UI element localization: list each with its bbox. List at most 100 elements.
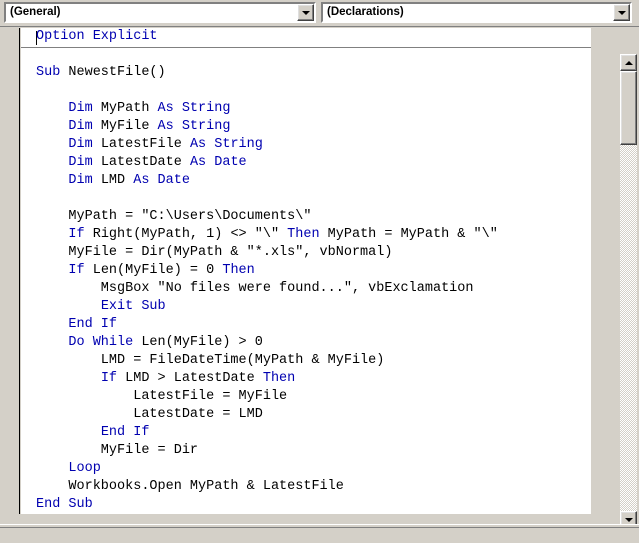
code-text: Workbooks.Open MyPath & LatestFile: [36, 479, 344, 494]
code-line[interactable]: [21, 46, 591, 64]
procedure-combo-value: (Declarations): [327, 6, 404, 18]
code-text: LMD = FileDateTime(MyPath & MyFile): [36, 353, 385, 368]
scroll-up-arrow-icon[interactable]: [620, 54, 637, 71]
chevron-down-icon[interactable]: [613, 4, 630, 21]
code-text: MyPath: [100, 101, 158, 116]
code-lines: Option Explicit Sub NewestFile() Dim MyP…: [21, 28, 591, 514]
code-keyword: End If: [68, 317, 118, 332]
code-text: LMD > LatestDate: [125, 371, 263, 386]
code-keyword: Loop: [68, 461, 101, 476]
code-keyword: Then: [222, 263, 255, 278]
code-line[interactable]: If LMD > LatestDate Then: [21, 370, 591, 388]
code-line[interactable]: LatestDate = LMD: [21, 406, 591, 424]
code-line[interactable]: LMD = FileDateTime(MyPath & MyFile): [21, 352, 591, 370]
code-keyword: Dim: [68, 119, 101, 134]
editor-combo-bar: (General) (Declarations): [0, 0, 639, 26]
code-keyword: Do While: [68, 335, 142, 350]
code-line[interactable]: Option Explicit: [21, 28, 591, 46]
code-keyword: As String: [157, 119, 231, 134]
code-text: MyFile = Dir: [36, 443, 199, 458]
code-line[interactable]: MyFile = Dir: [21, 442, 591, 460]
code-text: MyPath = "C:\Users\Documents\": [36, 209, 312, 224]
code-line[interactable]: Dim LMD As Date: [21, 172, 591, 190]
code-text-area[interactable]: Option Explicit Sub NewestFile() Dim MyP…: [21, 28, 591, 514]
code-line[interactable]: MsgBox "No files were found...", vbExcla…: [21, 280, 591, 298]
code-keyword: If: [68, 227, 93, 242]
code-line[interactable]: Loop: [21, 460, 591, 478]
code-keyword: As Date: [189, 155, 247, 170]
code-keyword: As Date: [133, 173, 190, 188]
vertical-scrollbar[interactable]: [620, 54, 637, 528]
code-text: Right(MyPath, 1) <> "\": [92, 227, 288, 242]
code-line[interactable]: Exit Sub: [21, 298, 591, 316]
code-text: LMD: [100, 173, 134, 188]
code-text: MyPath = MyPath & "\": [327, 227, 498, 242]
vba-code-editor-window: (General) (Declarations) Option Explicit…: [0, 0, 639, 543]
object-combo-value: (General): [10, 6, 61, 18]
code-line[interactable]: MyFile = Dir(MyPath & "*.xls", vbNormal): [21, 244, 591, 262]
code-keyword: If: [68, 263, 93, 278]
code-text: MsgBox "No files were found...", vbExcla…: [36, 281, 474, 296]
object-combo[interactable]: (General): [4, 2, 316, 23]
code-line[interactable]: If Right(MyPath, 1) <> "\" Then MyPath =…: [21, 226, 591, 244]
code-keyword: Dim: [68, 101, 101, 116]
code-keyword: End Sub: [36, 497, 93, 512]
code-text: MyFile = Dir(MyPath & "*.xls", vbNormal): [36, 245, 393, 260]
code-line[interactable]: Dim LatestFile As String: [21, 136, 591, 154]
vertical-scroll-thumb[interactable]: [620, 71, 637, 145]
margin-indicator-bar[interactable]: [3, 28, 20, 514]
code-text: LatestDate = LMD: [36, 407, 263, 422]
code-text: Len(MyFile) = 0: [92, 263, 223, 278]
code-pane: Option Explicit Sub NewestFile() Dim MyP…: [0, 26, 639, 543]
code-line[interactable]: Sub NewestFile(): [21, 64, 591, 82]
chevron-down-icon[interactable]: [297, 4, 314, 21]
code-keyword: Dim: [68, 137, 101, 152]
code-line[interactable]: Do While Len(MyFile) > 0: [21, 334, 591, 352]
code-text: LatestDate: [100, 155, 190, 170]
code-text: Len(MyFile) > 0: [141, 335, 263, 350]
code-text: LatestFile: [100, 137, 190, 152]
code-line[interactable]: Dim LatestDate As Date: [21, 154, 591, 172]
code-line[interactable]: Workbooks.Open MyPath & LatestFile: [21, 478, 591, 496]
code-keyword: As String: [157, 101, 231, 116]
code-line[interactable]: Dim MyFile As String: [21, 118, 591, 136]
chevron-down-glyph: [617, 10, 626, 15]
code-line[interactable]: Dim MyPath As String: [21, 100, 591, 118]
procedure-combo[interactable]: (Declarations): [321, 2, 632, 23]
window-bottom-edge: [0, 524, 639, 543]
code-line[interactable]: End If: [21, 316, 591, 334]
code-keyword: Sub: [36, 65, 69, 80]
code-text: NewestFile(): [68, 65, 166, 80]
code-line[interactable]: If Len(MyFile) = 0 Then: [21, 262, 591, 280]
code-keyword: Exit Sub: [100, 299, 166, 314]
code-keyword: Then: [262, 371, 296, 386]
code-line[interactable]: [21, 190, 591, 208]
code-line[interactable]: End If: [21, 424, 591, 442]
code-line[interactable]: End Sub: [21, 496, 591, 514]
code-text: LatestFile = MyFile: [36, 389, 288, 404]
code-line[interactable]: [21, 82, 591, 100]
code-text: MyFile: [100, 119, 158, 134]
chevron-down-glyph: [301, 10, 310, 15]
vertical-scroll-track[interactable]: [620, 71, 637, 511]
code-line[interactable]: MyPath = "C:\Users\Documents\": [21, 208, 591, 226]
code-keyword: Dim: [68, 155, 101, 170]
code-keyword: As String: [189, 137, 263, 152]
scroll-up-glyph: [624, 60, 633, 65]
scroll-down-glyph: [624, 517, 633, 522]
code-line[interactable]: LatestFile = MyFile: [21, 388, 591, 406]
code-keyword: Option Explicit: [36, 29, 158, 44]
